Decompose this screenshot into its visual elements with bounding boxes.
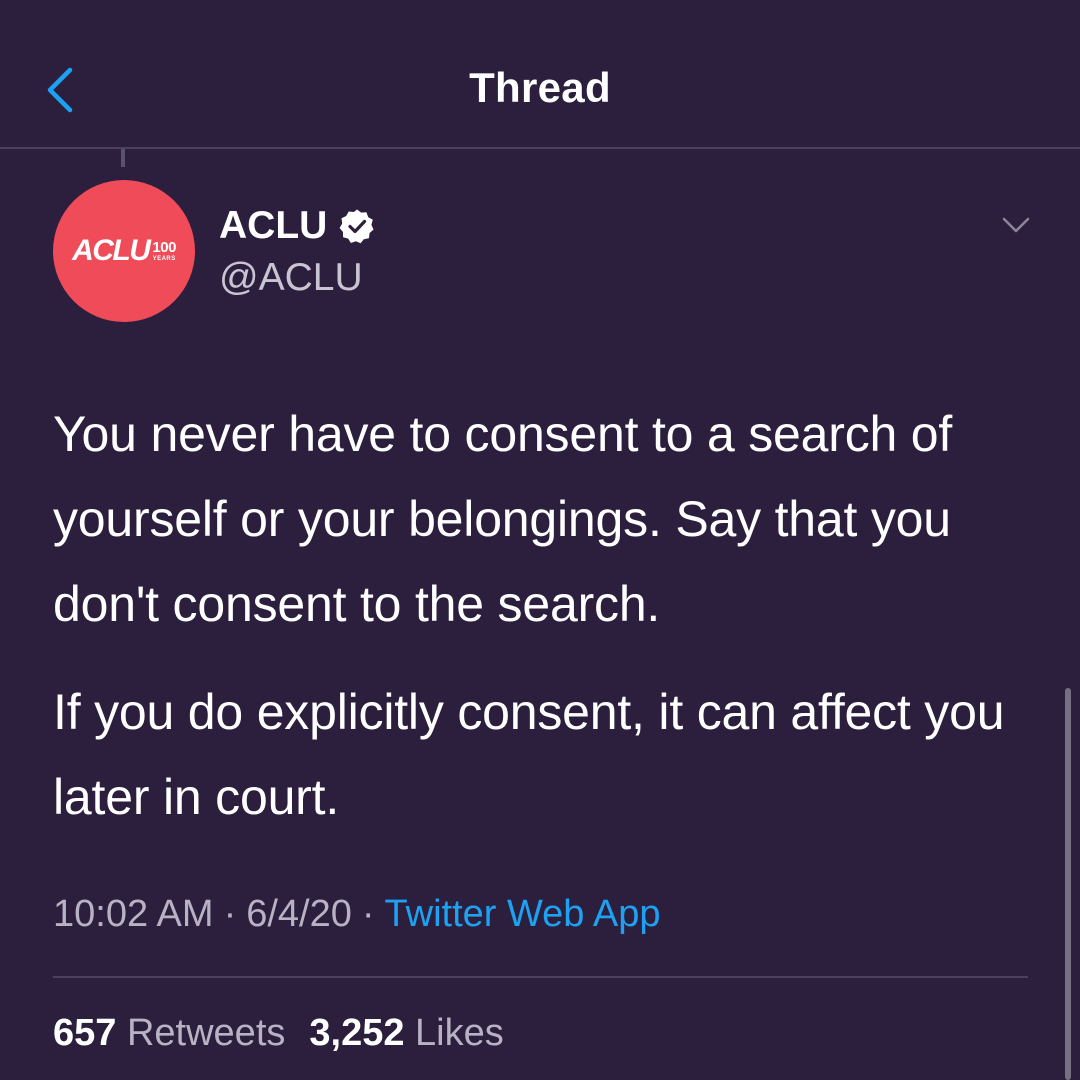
thread-connector-line <box>121 149 125 167</box>
page-title: Thread <box>469 64 611 111</box>
nav-header: Thread <box>0 0 1080 149</box>
avatar[interactable]: ACLU 100 YEARS <box>53 180 195 322</box>
tweet-paragraph: If you do explicitly consent, it can aff… <box>53 684 1005 825</box>
tweet-options-button[interactable] <box>996 208 1036 244</box>
thread-screen: Thread ACLU 100 YEARS ACLU @ACLU You nev… <box>0 0 1080 1080</box>
tweet-text: You never have to consent to a search of… <box>53 392 1033 840</box>
aclu-logo: ACLU 100 YEARS <box>72 234 176 268</box>
scrollbar[interactable] <box>1065 688 1071 1080</box>
retweets-count: 657 <box>53 1012 117 1054</box>
avatar-logo-sub: YEARS <box>152 256 176 262</box>
author-name-row[interactable]: ACLU <box>219 204 375 248</box>
likes-stat[interactable]: 3,252 Likes <box>309 1012 503 1055</box>
tweet-stats: 657 Retweets 3,252 Likes <box>53 1012 504 1055</box>
avatar-logo-number: 100 <box>152 239 176 256</box>
retweets-stat[interactable]: 657 Retweets <box>53 1012 285 1055</box>
tweet-meta: 10:02 AM · 6/4/20 · Twitter Web App <box>53 893 661 936</box>
tweet-paragraph: You never have to consent to a search of… <box>53 406 953 632</box>
avatar-logo-text: ACLU <box>72 234 151 267</box>
header-divider <box>0 147 1080 149</box>
tweet-source-link[interactable]: Twitter Web App <box>385 893 661 935</box>
meta-separator: · <box>223 893 237 935</box>
verified-badge-icon <box>339 209 374 244</box>
author-handle[interactable]: @ACLU <box>219 256 363 300</box>
tweet-time: 10:02 AM <box>53 893 214 935</box>
retweets-label: Retweets <box>126 1012 286 1054</box>
likes-count: 3,252 <box>309 1012 405 1054</box>
tweet-date: 6/4/20 <box>246 893 352 935</box>
meta-separator: · <box>361 893 375 935</box>
meta-divider <box>53 976 1028 978</box>
author-name[interactable]: ACLU <box>219 204 327 248</box>
avatar-logo-hundred: 100 YEARS <box>152 240 176 262</box>
chevron-down-icon <box>1002 217 1030 233</box>
likes-label: Likes <box>415 1012 504 1054</box>
